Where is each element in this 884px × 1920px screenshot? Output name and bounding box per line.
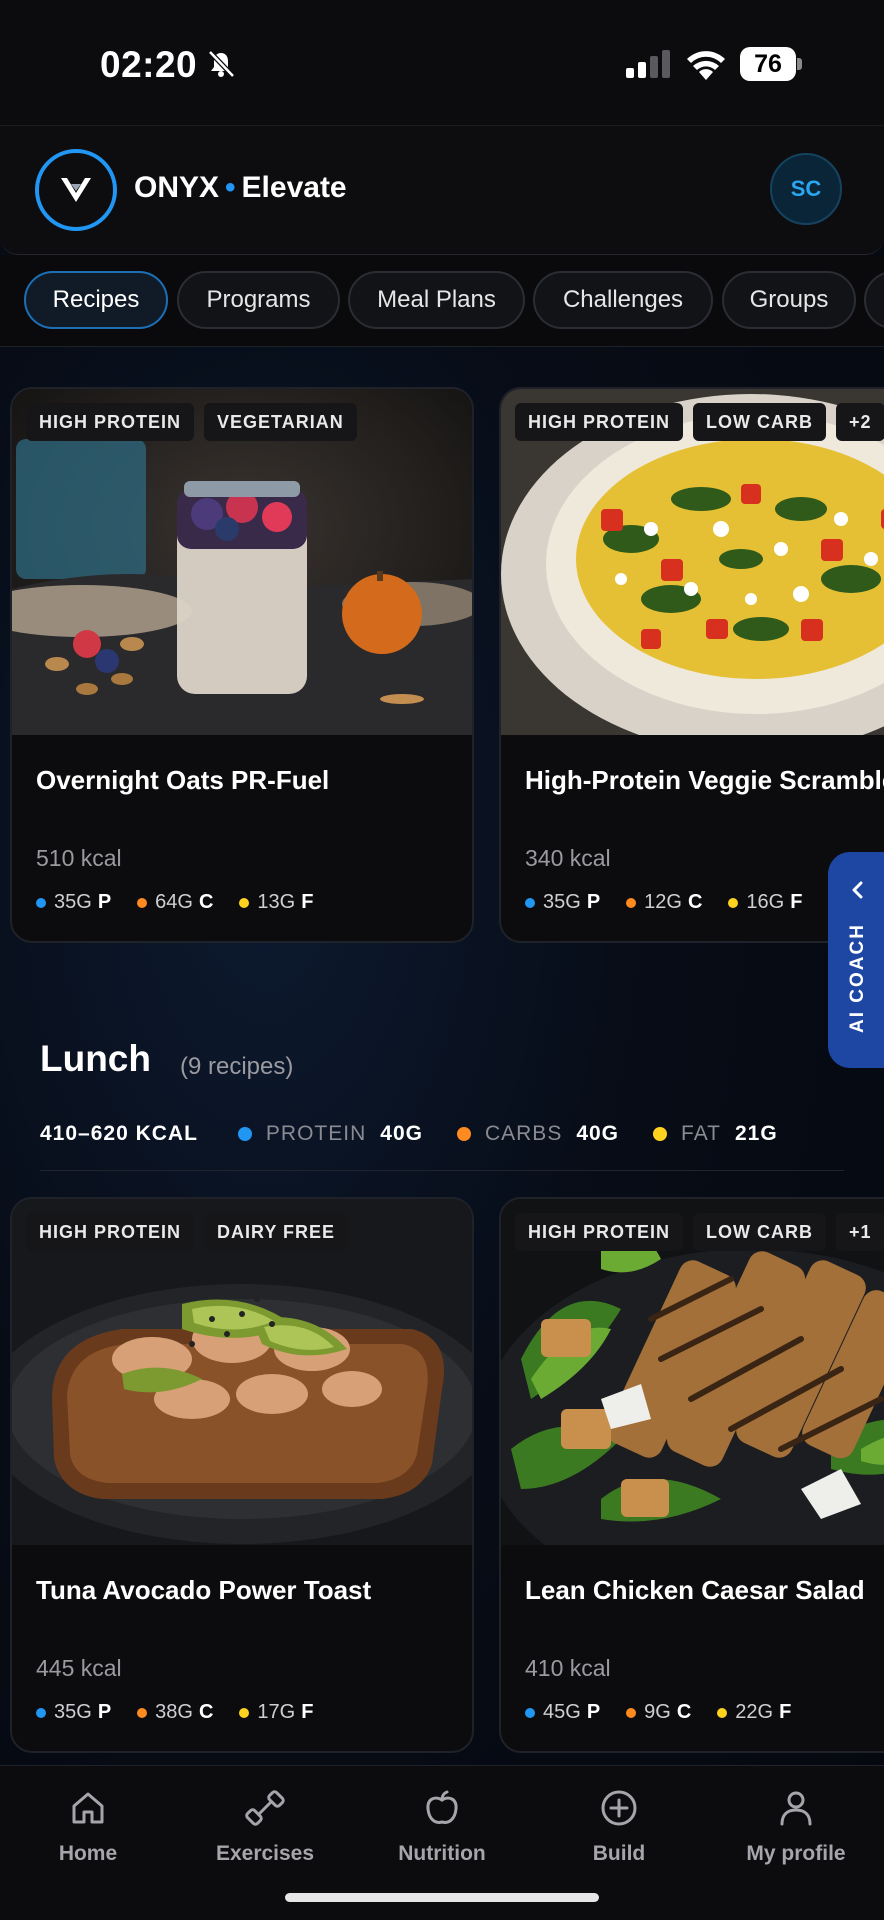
app-header: ONYX • Elevate SC bbox=[0, 125, 884, 255]
recipe-count: (9 recipes) bbox=[180, 1053, 294, 1080]
avatar[interactable]: SC bbox=[770, 153, 842, 225]
recipe-title: High-Protein Veggie Scramble bbox=[525, 765, 884, 795]
ai-coach-label: AI COACH bbox=[847, 923, 868, 1033]
tag-badge: VEGETARIAN bbox=[204, 403, 357, 441]
protein-dot-icon bbox=[36, 1707, 46, 1718]
recipe-kcal: 445 kcal bbox=[36, 1655, 122, 1681]
macro-row: 35G P 64G C 13G F bbox=[36, 891, 313, 914]
home-icon bbox=[72, 1792, 104, 1824]
tab-programs[interactable]: Programs bbox=[177, 271, 340, 329]
status-bar: 02:20 76 bbox=[0, 0, 884, 125]
recipe-title: Tuna Avocado Power Toast bbox=[36, 1575, 372, 1605]
recipe-card[interactable]: HIGH PROTEIN LOW CARB +1 Lean Chicken Ca… bbox=[499, 1197, 884, 1753]
chevron-left-icon bbox=[852, 881, 863, 899]
tag-list: HIGH PROTEIN LOW CARB +2 bbox=[515, 403, 884, 441]
status-time: 02:20 bbox=[100, 44, 198, 85]
battery-level: 76 bbox=[740, 47, 796, 81]
onyx-logo-icon[interactable] bbox=[35, 149, 117, 231]
divider bbox=[40, 1170, 844, 1171]
carbs-dot-icon bbox=[137, 1707, 148, 1718]
macro-row: 35G P 12G C 16G F bbox=[525, 891, 802, 914]
tag-badge: +2 bbox=[836, 403, 884, 441]
recipe-kcal: 510 kcal bbox=[36, 845, 122, 871]
section-title: Lunch bbox=[40, 1038, 151, 1079]
bell-muted-icon bbox=[208, 50, 235, 78]
recipe-card[interactable]: HIGH PROTEIN VEGETARIAN Overnight Oats P… bbox=[10, 387, 474, 943]
macro-row: 35G P 38G C 17G F bbox=[36, 1701, 313, 1724]
tab-groups[interactable]: Groups bbox=[722, 271, 856, 329]
category-tabs: Recipes Programs Meal Plans Challenges G… bbox=[0, 255, 884, 347]
tag-badge: HIGH PROTEIN bbox=[515, 403, 684, 441]
nav-home[interactable]: Home bbox=[0, 1788, 176, 1866]
fat-target: FAT 21G bbox=[653, 1122, 778, 1146]
carbs-dot-icon bbox=[626, 1707, 637, 1718]
tab-more[interactable] bbox=[864, 271, 884, 329]
tag-list: HIGH PROTEIN VEGETARIAN bbox=[26, 403, 357, 441]
tag-badge: DAIRY FREE bbox=[204, 1213, 349, 1251]
nav-build[interactable]: Build bbox=[531, 1788, 707, 1866]
cellular-signal-icon bbox=[626, 50, 670, 78]
tag-badge: HIGH PROTEIN bbox=[26, 1213, 195, 1251]
carbs-dot-icon bbox=[137, 897, 148, 908]
tab-challenges[interactable]: Challenges bbox=[533, 271, 713, 329]
fat-dot-icon bbox=[653, 1127, 668, 1141]
carbs-dot-icon bbox=[456, 1127, 471, 1141]
protein-dot-icon bbox=[525, 897, 535, 908]
tag-badge: LOW CARB bbox=[693, 403, 826, 441]
tab-meal-plans[interactable]: Meal Plans bbox=[348, 271, 525, 329]
tab-recipes[interactable]: Recipes bbox=[24, 271, 168, 329]
carbs-target: CARBS 40G bbox=[456, 1122, 619, 1146]
carbs-dot-icon bbox=[626, 897, 637, 908]
wifi-icon bbox=[687, 51, 725, 80]
recipe-kcal: 410 kcal bbox=[525, 1655, 611, 1681]
tag-badge: HIGH PROTEIN bbox=[515, 1213, 684, 1251]
tag-badge: +1 bbox=[836, 1213, 884, 1251]
fat-dot-icon bbox=[717, 1707, 728, 1718]
home-indicator[interactable] bbox=[285, 1893, 599, 1902]
protein-target: PROTEIN 40G bbox=[237, 1122, 423, 1146]
plus-circle-icon bbox=[601, 1790, 637, 1826]
app-screen: 02:20 76 ONYX • Elevate SC Recipes Progr… bbox=[0, 0, 884, 1920]
nav-nutrition[interactable]: Nutrition bbox=[354, 1788, 530, 1866]
kcal-range: 410–620 KCAL bbox=[40, 1122, 198, 1145]
ai-coach-button[interactable]: AI COACH bbox=[828, 852, 884, 1068]
user-icon bbox=[780, 1791, 812, 1826]
recipe-card[interactable]: HIGH PROTEIN DAIRY FREE Tuna Avocado Pow… bbox=[10, 1197, 474, 1753]
protein-dot-icon bbox=[525, 1707, 535, 1718]
fat-dot-icon bbox=[239, 1707, 250, 1718]
recipe-title: Overnight Oats PR-Fuel bbox=[36, 765, 330, 795]
macro-row: 45G P 9G C 22G F bbox=[525, 1701, 791, 1724]
brand-name: ONYX • Elevate bbox=[134, 171, 347, 204]
battery-icon: 76 bbox=[740, 47, 802, 81]
dumbbell-icon bbox=[245, 1790, 285, 1826]
tag-badge: HIGH PROTEIN bbox=[26, 403, 195, 441]
macro-targets: 410–620 KCAL PROTEIN 40G CARBS 40G FAT 21G bbox=[40, 1122, 812, 1146]
tag-list: HIGH PROTEIN DAIRY FREE bbox=[26, 1213, 349, 1251]
fat-dot-icon bbox=[239, 897, 250, 908]
recipe-card[interactable]: HIGH PROTEIN LOW CARB +2 High-Protein Ve… bbox=[499, 387, 884, 943]
tag-badge: LOW CARB bbox=[693, 1213, 826, 1251]
recipe-title: Lean Chicken Caesar Salad bbox=[525, 1575, 865, 1605]
recipe-kcal: 340 kcal bbox=[525, 845, 611, 871]
protein-dot-icon bbox=[237, 1127, 252, 1141]
nav-my-profile[interactable]: My profile bbox=[708, 1788, 884, 1866]
nav-exercises[interactable]: Exercises bbox=[177, 1788, 353, 1866]
protein-dot-icon bbox=[36, 897, 46, 908]
fat-dot-icon bbox=[728, 897, 739, 908]
apple-icon bbox=[426, 1790, 458, 1824]
tag-list: HIGH PROTEIN LOW CARB +1 bbox=[515, 1213, 884, 1251]
